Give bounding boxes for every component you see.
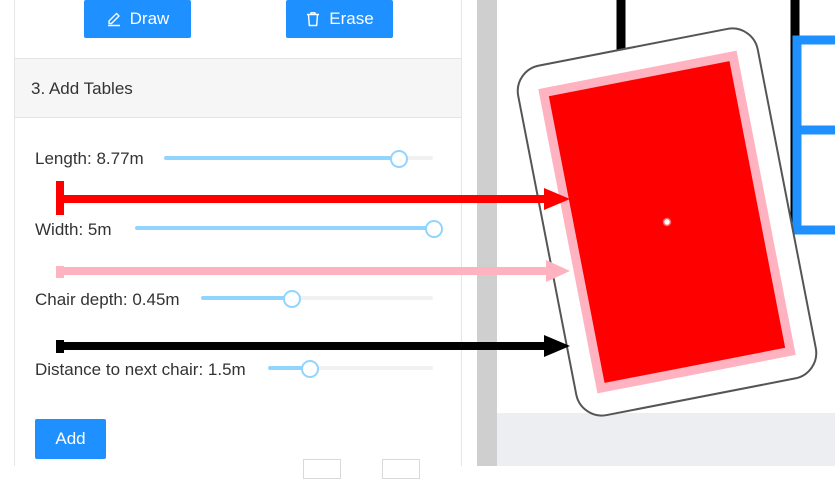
- chair-distance-label: Distance to next chair: 1.5m: [35, 360, 246, 379]
- width-label: Width: 5m: [35, 220, 112, 239]
- slider-handle[interactable]: [301, 360, 319, 378]
- add-table-button[interactable]: Add: [35, 419, 106, 459]
- table-center-point: [662, 217, 672, 227]
- number-input[interactable]: [382, 459, 420, 479]
- slider-handle[interactable]: [390, 150, 408, 168]
- slider-handle[interactable]: [425, 220, 443, 238]
- section-title: 3. Add Tables: [31, 79, 133, 98]
- chair-distance-slider[interactable]: [268, 358, 433, 378]
- slider-track: [164, 156, 398, 160]
- chair-depth-slider[interactable]: [201, 288, 433, 308]
- floor-plan-drawing: [516, 0, 835, 417]
- section-header[interactable]: 3. Add Tables: [15, 58, 461, 118]
- erase-button[interactable]: Erase: [286, 0, 393, 38]
- slider-track: [201, 296, 291, 300]
- draw-button-label: Draw: [129, 9, 170, 28]
- erase-button-label: Erase: [329, 9, 374, 28]
- length-slider[interactable]: [164, 148, 433, 168]
- trash-icon: [305, 11, 321, 27]
- panel-splitter[interactable]: [477, 0, 497, 466]
- add-button-label: Add: [55, 429, 86, 448]
- number-input[interactable]: [303, 459, 341, 479]
- length-label: Length: 8.77m: [35, 149, 144, 168]
- slider-handle[interactable]: [283, 290, 301, 308]
- draw-button[interactable]: Draw: [84, 0, 191, 38]
- chair-depth-label: Chair depth: 0.45m: [35, 290, 180, 309]
- blue-wall: [792, 35, 835, 235]
- width-slider[interactable]: [135, 218, 443, 238]
- slider-track: [135, 226, 433, 230]
- pencil-icon: [106, 11, 122, 27]
- table-group: [516, 27, 818, 417]
- floor-plan-canvas[interactable]: [497, 0, 835, 466]
